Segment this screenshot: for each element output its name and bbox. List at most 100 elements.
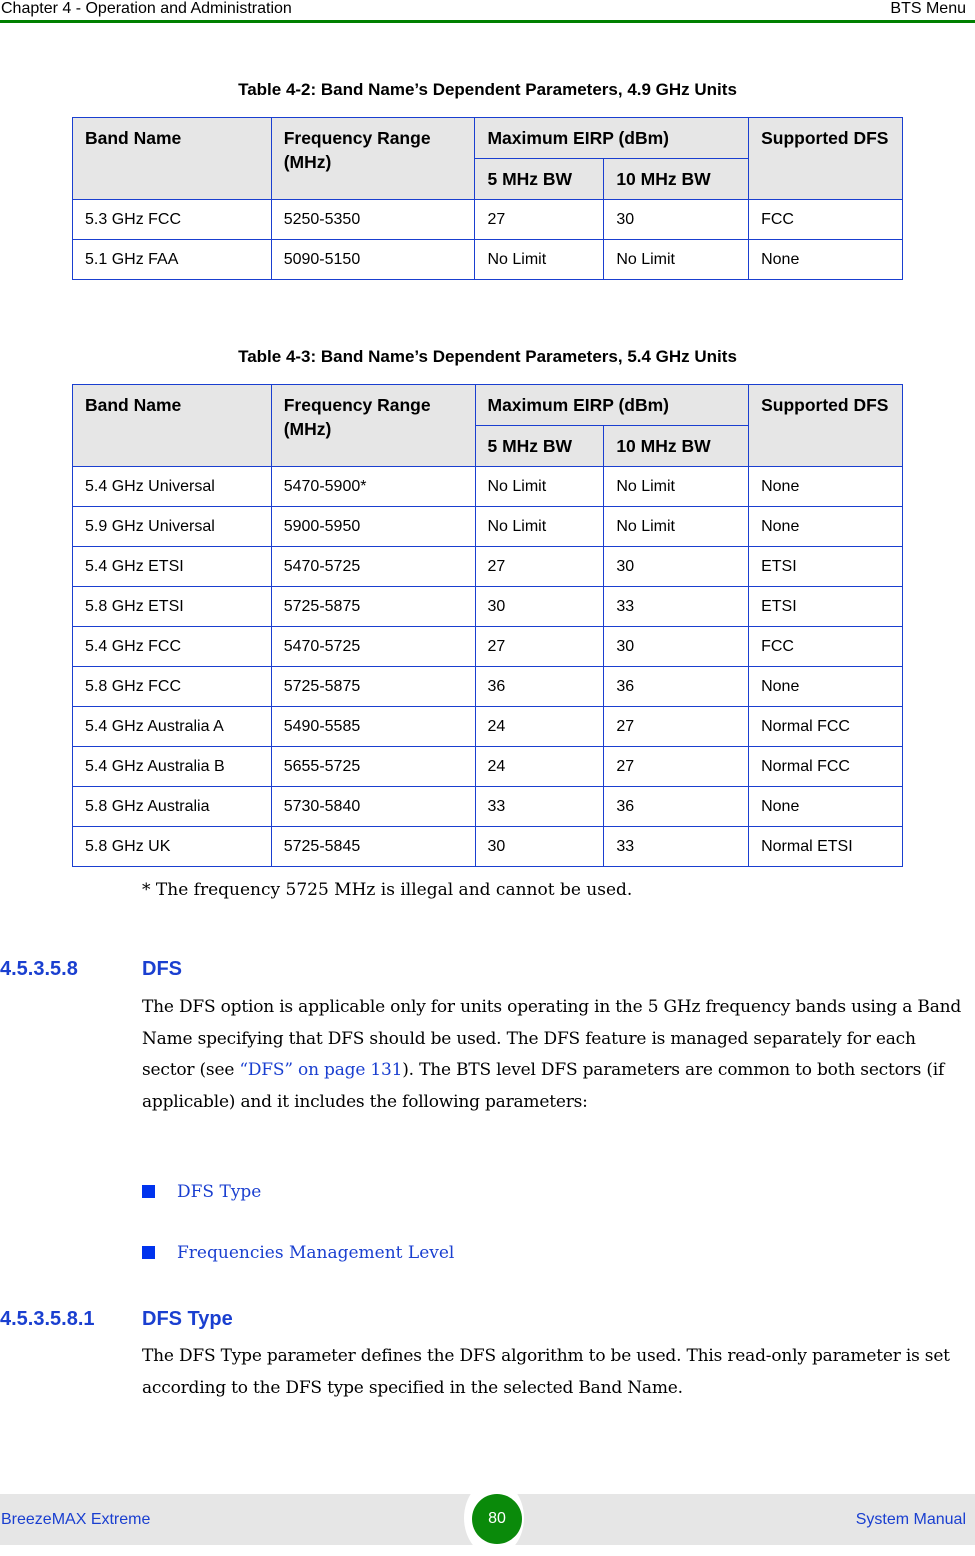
cell-bw5: 33 (474, 786, 605, 827)
table-row: 5.4 GHz FCC 5470-5725 27 30 FCC (72, 626, 903, 667)
cell-band: 5.8 GHz FCC (72, 666, 272, 707)
cell-freq: 5090-5150 (270, 239, 476, 280)
cell-freq: 5250-5350 (270, 199, 476, 240)
table-4-2: Band Name Frequency Range (MHz) Maximum … (72, 117, 903, 280)
header-max-eirp: Maximum EIRP (dBm) (474, 384, 750, 426)
bullet-label: Frequencies Management Level (177, 1243, 455, 1263)
table-row: 5.8 GHz Australia 5730-5840 33 36 None (72, 786, 903, 827)
cell-bw5: No Limit (474, 506, 605, 547)
cell-freq: 5725-5875 (270, 586, 476, 627)
cell-dfs: ETSI (748, 586, 903, 627)
cell-bw10: 30 (603, 546, 750, 587)
header-5mhz-bw: 5 MHz BW (474, 425, 605, 467)
cell-dfs: None (748, 466, 903, 507)
cell-band: 5.4 GHz Australia B (72, 746, 272, 787)
section-title: BTS Menu (890, 0, 966, 17)
cell-band: 5.4 GHz FCC (72, 626, 272, 667)
cell-bw10: 36 (603, 786, 750, 827)
header-5mhz-bw: 5 MHz BW (474, 158, 605, 200)
header-band-name: Band Name (72, 117, 272, 200)
cell-bw5: 30 (474, 826, 605, 867)
cell-bw10: No Limit (603, 239, 750, 280)
cell-dfs: FCC (748, 199, 903, 240)
cell-bw5: 30 (474, 586, 605, 627)
cell-band: 5.9 GHz Universal (72, 506, 272, 547)
cell-bw10: No Limit (603, 506, 750, 547)
dfs-page-link[interactable]: “DFS” on page 131 (239, 1060, 402, 1080)
table-row: 5.4 GHz Universal 5470-5900* No Limit No Li… (72, 466, 903, 507)
table-4-2-caption: Table 4-2: Band Name’s Dependent Paramet… (238, 80, 737, 99)
cell-bw10: 30 (603, 199, 750, 240)
cell-band: 5.8 GHz ETSI (72, 586, 272, 627)
cell-dfs: Normal FCC (748, 746, 903, 787)
cell-band: 5.1 GHz FAA (72, 239, 272, 280)
cell-freq: 5725-5845 (270, 826, 476, 867)
cell-bw10: 33 (603, 586, 750, 627)
footer-doc-type: System Manual (855, 1511, 966, 1528)
header-supported-dfs: Supported DFS (748, 384, 903, 467)
cell-bw5: No Limit (474, 239, 605, 280)
table-row: 5.4 GHz ETSI 5470-5725 27 30 ETSI (72, 546, 903, 587)
cell-band: 5.4 GHz ETSI (72, 546, 272, 587)
bullet-label: DFS Type (177, 1182, 262, 1202)
cell-freq: 5470-5900* (270, 466, 476, 507)
cell-bw5: 24 (474, 746, 605, 787)
table-4-3: Band Name Frequency Range (MHz) Maximum … (72, 384, 903, 867)
section-title: DFS (142, 958, 182, 980)
section-title: DFS Type (142, 1308, 233, 1330)
bullet-square-icon (142, 1185, 155, 1198)
header-band-name: Band Name (72, 384, 272, 467)
cell-freq: 5730-5840 (270, 786, 476, 827)
header-10mhz-bw: 10 MHz BW (603, 425, 750, 467)
cell-band: 5.4 GHz Universal (72, 466, 272, 507)
cell-bw5: 27 (474, 546, 605, 587)
table-4-3-caption: Table 4-3: Band Name’s Dependent Paramet… (238, 347, 737, 366)
table-row: 5.4 GHz Australia A 5490-5585 24 27 Normal F… (72, 706, 903, 747)
cell-freq: 5900-5950 (270, 506, 476, 547)
cell-bw5: 36 (474, 666, 605, 707)
header-max-eirp: Maximum EIRP (dBm) (474, 117, 750, 159)
table-row: 5.3 GHz FCC 5250-5350 27 30 FCC (72, 199, 903, 240)
table-footnote: * The frequency 5725 MHz is illegal and … (142, 880, 633, 900)
header-frequency-range: Frequency Range (MHz) (270, 117, 476, 200)
header-divider (0, 20, 975, 23)
cell-freq: 5655-5725 (270, 746, 476, 787)
header-10mhz-bw: 10 MHz BW (603, 158, 750, 200)
cell-dfs: None (748, 666, 903, 707)
bullet-item-frequencies-management-level[interactable]: Frequencies Management Level (142, 1243, 454, 1263)
cell-freq: 5470-5725 (270, 626, 476, 667)
cell-dfs: None (748, 506, 903, 547)
section-number: 4.5.3.5.8 (0, 958, 78, 980)
cell-dfs: None (748, 786, 903, 827)
cell-bw5: 27 (474, 199, 605, 240)
cell-bw10: 36 (603, 666, 750, 707)
cell-dfs: Normal ETSI (748, 826, 903, 867)
footer-product: BreezeMAX Extreme (1, 1511, 151, 1528)
cell-dfs: ETSI (748, 546, 903, 587)
table-row: 5.1 GHz FAA 5090-5150 No Limit No Limit … (72, 239, 903, 280)
cell-band: 5.8 GHz Australia (72, 786, 272, 827)
cell-band: 5.8 GHz UK (72, 826, 272, 867)
section-number: 4.5.3.5.8.1 (0, 1308, 95, 1330)
cell-bw10: 30 (603, 626, 750, 667)
page-header: Chapter 4 - Operation and Administration… (0, 0, 975, 22)
header-frequency-range: Frequency Range (MHz) (270, 384, 476, 467)
bullet-square-icon (142, 1246, 155, 1259)
cell-dfs: Normal FCC (748, 706, 903, 747)
cell-freq: 5470-5725 (270, 546, 476, 587)
chapter-title: Chapter 4 - Operation and Administration (1, 0, 292, 17)
table-row: 5.4 GHz Australia B 5655-5725 24 27 Normal F… (72, 746, 903, 787)
dfs-paragraph: The DFS option is applicable only for un… (142, 992, 972, 1118)
cell-freq: 5490-5585 (270, 706, 476, 747)
table-row: 5.8 GHz ETSI 5725-5875 30 33 ETSI (72, 586, 903, 627)
cell-bw10: 27 (603, 706, 750, 747)
cell-dfs: None (748, 239, 903, 280)
table-row: 5.8 GHz UK 5725-5845 30 33 Normal ETSI (72, 826, 903, 867)
dfs-type-paragraph: The DFS Type parameter defines the DFS a… (142, 1346, 950, 1398)
bullet-item-dfs-type[interactable]: DFS Type (142, 1182, 261, 1202)
table-row: 5.8 GHz FCC 5725-5875 36 36 None (72, 666, 903, 707)
cell-bw5: 24 (474, 706, 605, 747)
cell-bw10: 33 (603, 826, 750, 867)
page-number-badge: 80 (472, 1494, 522, 1544)
cell-bw10: 27 (603, 746, 750, 787)
